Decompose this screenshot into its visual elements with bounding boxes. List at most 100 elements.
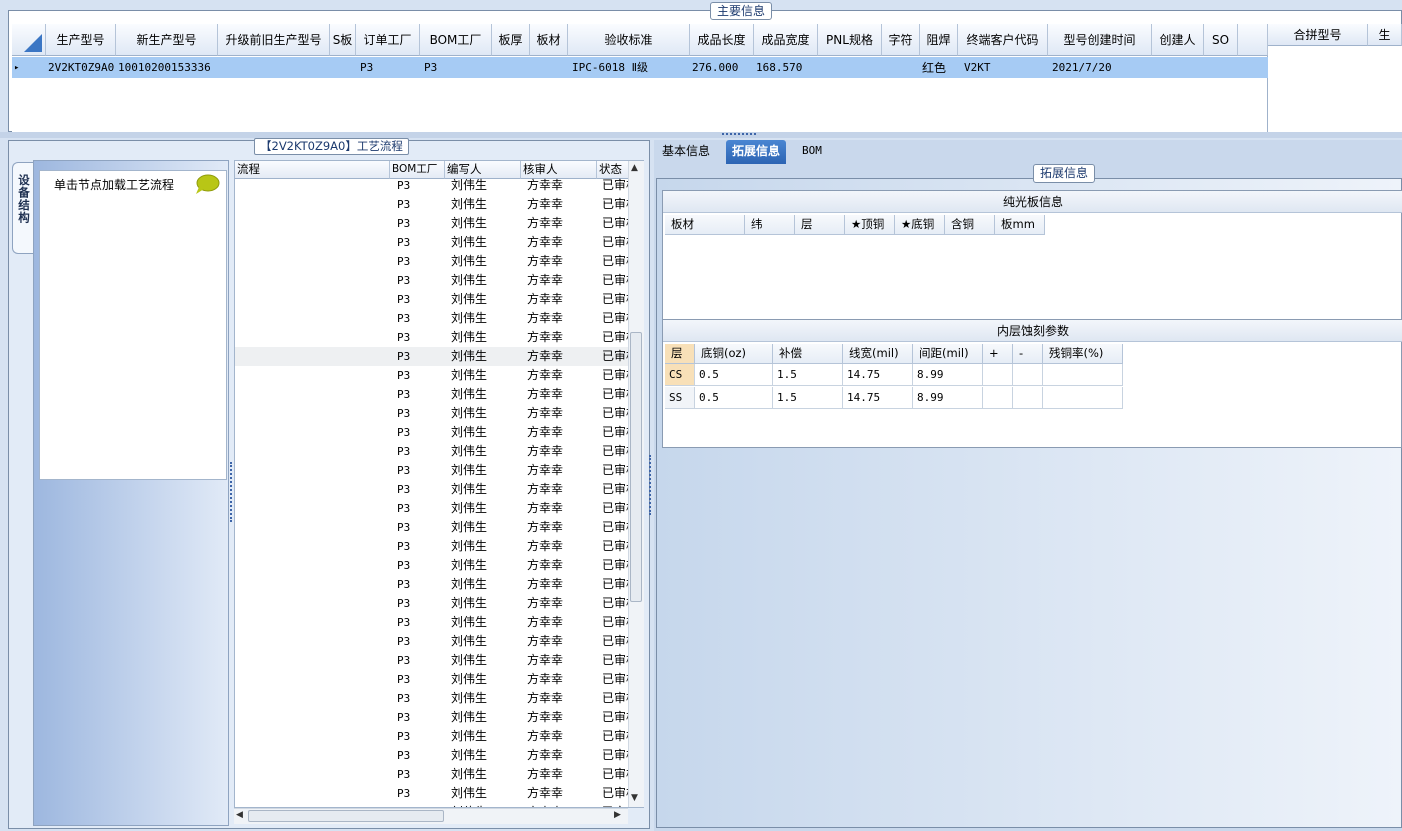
etch-cell-compensation[interactable]: 1.5 (773, 387, 843, 409)
etch-cell-compensation[interactable]: 1.5 (773, 364, 843, 386)
tree-row[interactable]: 曝光P3刘伟生方幸幸已审核 (235, 518, 628, 537)
etch-row-layer[interactable]: SS (665, 387, 695, 409)
tree-row[interactable]: 曝光P3刘伟生方幸幸已审核 (235, 309, 628, 328)
etch-row-layer[interactable]: CS (665, 364, 695, 386)
tree-row[interactable]: 显影1P3刘伟生方幸幸已审核 (235, 746, 628, 765)
bare-col-board-mm[interactable]: 板mm (995, 215, 1045, 235)
process-tree[interactable]: 流程 BOM工厂 编写人 核审人 状态 沉铜P3刘伟生方幸幸已审核−电镀P3刘伟… (234, 160, 644, 808)
col-header-solder-mask[interactable]: 阻焊 (920, 24, 958, 56)
tree-row[interactable]: 贴膜P3刘伟生方幸幸已审核 (235, 290, 628, 309)
tree-row[interactable]: 外层前处理1P3刘伟生方幸幸已审核 (235, 689, 628, 708)
col-header-thickness[interactable]: 板厚 (492, 24, 530, 56)
etch-cell-minus[interactable] (1013, 364, 1043, 386)
tree-row[interactable]: 板边包胶P3刘伟生方幸幸已审核 (235, 613, 628, 632)
tree-row[interactable]: 退膜P3刘伟生方幸幸已审核 (235, 366, 628, 385)
main-info-grid[interactable]: 生产型号 新生产型号 升级前旧生产型号 S板 订单工厂 BOM工厂 板厚 板材 … (12, 24, 1268, 132)
tab-basic-info[interactable]: 基本信息 (656, 140, 716, 164)
tree-row[interactable]: 显影P3刘伟生方幸幸已审核 (235, 537, 628, 556)
tab-extended-info[interactable]: 拓展信息 (726, 140, 787, 164)
etch-cell-plus[interactable] (983, 387, 1013, 409)
speech-bubble-icon[interactable] (194, 173, 220, 195)
etch-col-spacing[interactable]: 间距(mil) (913, 344, 983, 364)
col-header-standard[interactable]: 验收标准 (568, 24, 690, 56)
tree-row[interactable]: −外层干膜1P3刘伟生方幸幸已审核 (235, 670, 628, 689)
col-header-creator[interactable]: 创建人 (1152, 24, 1204, 56)
bare-col-bottom-copper[interactable]: ★底铜 (895, 215, 945, 235)
tree-row[interactable]: 阻焊塞孔P3刘伟生方幸幸已审核 (235, 461, 628, 480)
col-header-model[interactable]: 生产型号 (46, 24, 116, 56)
tree-row[interactable]: 酸性蚀刻P3刘伟生方幸幸已审核 (235, 347, 628, 366)
scroll-up-icon[interactable]: ▲ (631, 163, 638, 173)
col-header-material[interactable]: 板材 (530, 24, 568, 56)
col-header-old-model[interactable]: 升级前旧生产型号 (218, 24, 330, 56)
tree-row[interactable]: 贴膜1P3刘伟生方幸幸已审核 (235, 708, 628, 727)
middle-splitter-grip[interactable] (649, 455, 653, 515)
tree-row[interactable]: 喷砂P3刘伟生方幸幸已审核 (235, 594, 628, 613)
tree-row[interactable]: 磨板P3刘伟生方幸幸已审核 (235, 233, 628, 252)
tree-row[interactable]: 板边包胶P3刘伟生方幸幸已审核 (235, 784, 628, 803)
etch-cell-spacing[interactable]: 8.99 (913, 364, 983, 386)
cell-order-factory[interactable]: P3 (358, 58, 373, 78)
horizontal-splitter[interactable] (0, 132, 1402, 138)
tree-row[interactable]: 水洗烘干P3刘伟生方幸幸已审核 (235, 651, 628, 670)
bare-col-layer[interactable]: 层 (795, 215, 845, 235)
col-header-bom-factory[interactable]: BOM工厂 (420, 24, 492, 56)
cell-bom-factory[interactable]: P3 (422, 58, 437, 78)
tree-row[interactable]: −AOIP3刘伟生方幸幸已审核 (235, 385, 628, 404)
etch-cell-spacing[interactable]: 8.99 (913, 387, 983, 409)
etch-cell-line-width[interactable]: 14.75 (843, 364, 913, 386)
col-header-created[interactable]: 型号创建时间 (1048, 24, 1152, 56)
tree-vertical-thumb[interactable] (630, 332, 642, 602)
tree-row[interactable]: −电镀P3刘伟生方幸幸已审核 (235, 195, 628, 214)
col-header-customer-code[interactable]: 终端客户代码 (958, 24, 1048, 56)
tree-row[interactable]: 沉金P3刘伟生方幸幸已审核 (235, 632, 628, 651)
col-header-length[interactable]: 成品长度 (690, 24, 754, 56)
tree-row[interactable]: 外层前处理P3刘伟生方幸幸已审核 (235, 271, 628, 290)
col-header-new-model[interactable]: 新生产型号 (116, 24, 218, 56)
tree-row[interactable]: 显影P3刘伟生方幸幸已审核 (235, 328, 628, 347)
etch-col-plus[interactable]: + (983, 344, 1013, 364)
cell-standard[interactable]: IPC-6018 Ⅱ级 (570, 58, 648, 78)
etch-col-layer[interactable]: 层 (665, 344, 695, 364)
scroll-right-icon[interactable]: ▶ (614, 810, 621, 820)
tree-row[interactable]: −外层干膜P3刘伟生方幸幸已审核 (235, 252, 628, 271)
tree-row[interactable]: −电镀硬金P3刘伟生方幸幸已审核 (235, 765, 628, 784)
col-header-merge-more[interactable]: 生 (1368, 24, 1402, 46)
bare-col-weft[interactable]: 纬 (745, 215, 795, 235)
etch-col-minus[interactable]: - (1013, 344, 1043, 364)
tree-row[interactable]: 沉铜P3刘伟生方幸幸已审核 (235, 176, 628, 195)
tree-row[interactable]: 终固化P3刘伟生方幸幸已审核 (235, 556, 628, 575)
cell-created[interactable]: 2021/7/20 (1050, 58, 1112, 78)
col-header-order-factory[interactable]: 订单工厂 (356, 24, 420, 56)
tree-row[interactable]: 曝光1P3刘伟生方幸幸已审核 (235, 727, 628, 746)
tree-horizontal-thumb[interactable] (248, 810, 444, 822)
tree-row[interactable]: 丝印P3刘伟生方幸幸已审核 (235, 480, 628, 499)
col-header-so[interactable]: SO (1204, 24, 1238, 56)
left-splitter-grip[interactable] (230, 462, 234, 522)
col-header-pnl[interactable]: PNL规格 (818, 24, 882, 56)
etch-cell-residual[interactable] (1043, 387, 1123, 409)
etch-cell-base-copper[interactable]: 0.5 (695, 364, 773, 386)
tree-row[interactable]: −阻焊P3刘伟生方幸幸已审核 (235, 423, 628, 442)
cell-solder-mask[interactable]: 红色 (920, 58, 946, 78)
cell-new-model[interactable]: 10010200153336 (116, 58, 211, 78)
etch-cell-line-width[interactable]: 14.75 (843, 387, 913, 409)
tree-row[interactable]: 预烘P3刘伟生方幸幸已审核 (235, 499, 628, 518)
merge-model-grid[interactable]: 合拼型号 生 (1268, 24, 1402, 132)
etch-cell-base-copper[interactable]: 0.5 (695, 387, 773, 409)
etch-cell-minus[interactable] (1013, 387, 1043, 409)
tab-bom[interactable]: BOM (796, 140, 828, 164)
tree-row[interactable]: 外层AOIP3刘伟生方幸幸已审核 (235, 404, 628, 423)
etch-cell-residual[interactable] (1043, 364, 1123, 386)
etch-col-residual[interactable]: 残铜率(%) (1043, 344, 1123, 364)
tree-row[interactable]: 阻焊前处理P3刘伟生方幸幸已审核 (235, 442, 628, 461)
cell-length[interactable]: 276.000 (690, 58, 738, 78)
tree-row[interactable]: 负片电镀P3刘伟生方幸幸已审核 (235, 214, 628, 233)
bare-col-top-copper[interactable]: ★顶铜 (845, 215, 895, 235)
bare-col-copper[interactable]: 含铜 (945, 215, 995, 235)
etch-col-base-copper[interactable]: 底铜(oz) (695, 344, 773, 364)
tree-row[interactable]: −沉金P3刘伟生方幸幸已审核 (235, 575, 628, 594)
load-box[interactable] (39, 170, 227, 480)
cell-customer-code[interactable]: V2KT (962, 58, 991, 78)
etch-col-line-width[interactable]: 线宽(mil) (843, 344, 913, 364)
